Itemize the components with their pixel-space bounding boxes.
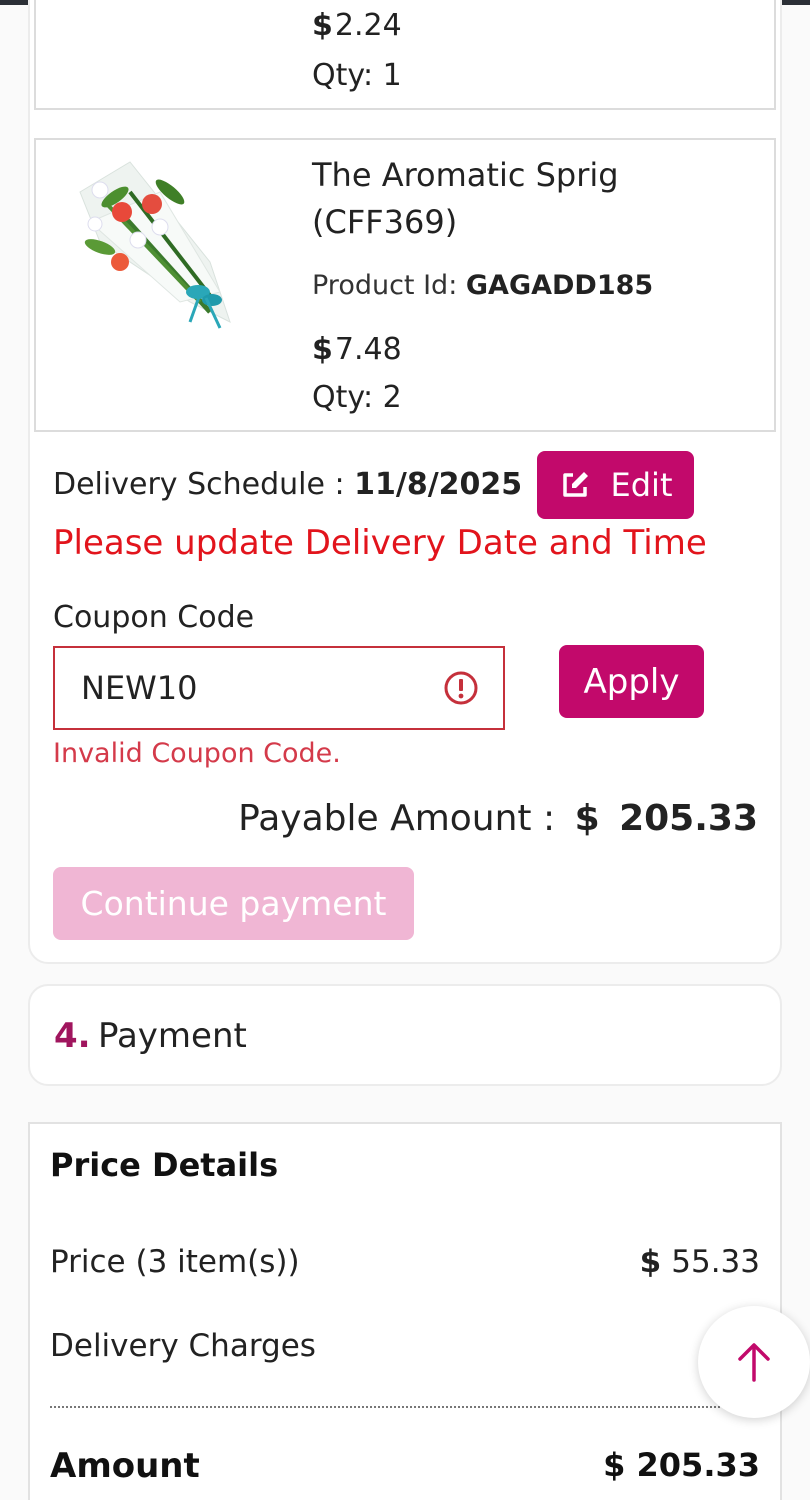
cart-item: $2.24 Qty: 1 (34, 0, 776, 110)
coupon-error: Invalid Coupon Code. (53, 738, 341, 769)
edit-icon (562, 472, 588, 497)
scroll-to-top-button[interactable] (698, 1306, 810, 1418)
amount-value: $ 205.33 (603, 1446, 760, 1484)
product-id: Product Id: GAGADD185 (312, 270, 654, 301)
continue-payment-button[interactable]: Continue payment (53, 867, 414, 940)
section-title: Payment (98, 1016, 247, 1056)
cart-item: The Aromatic Sprig (CFF369) Product Id: … (34, 138, 776, 432)
amount-label: Amount (50, 1446, 200, 1486)
price-value: $55.33 (639, 1244, 760, 1280)
payment-section[interactable]: 4. Payment (28, 984, 782, 1086)
edit-delivery-button[interactable]: Edit (537, 451, 694, 519)
price-label: Price (3 item(s)) (50, 1244, 300, 1280)
coupon-value[interactable]: NEW10 (81, 669, 443, 707)
divider (50, 1406, 720, 1408)
item-quantity: Qty: 2 (312, 380, 402, 415)
flower-bouquet-image (79, 161, 231, 329)
apply-coupon-button[interactable]: Apply (559, 645, 704, 718)
section-number: 4. (54, 1016, 91, 1056)
coupon-input[interactable]: NEW10 (53, 646, 505, 730)
delivery-charges-label: Delivery Charges (50, 1328, 316, 1364)
delivery-schedule: Delivery Schedule : 11/8/2025 (53, 467, 523, 502)
price-details-title: Price Details (50, 1146, 279, 1184)
coupon-label: Coupon Code (53, 600, 255, 635)
exclamation-circle-icon (444, 671, 478, 705)
item-quantity: Qty: 1 (312, 58, 402, 93)
item-price: $2.24 (312, 8, 402, 43)
price-details-card: Price Details Price (3 item(s)) $55.33 D… (28, 1122, 782, 1500)
delivery-date: 11/8/2025 (354, 467, 523, 502)
arrow-up-icon (738, 1343, 770, 1382)
product-name[interactable]: The Aromatic Sprig (CFF369) (312, 152, 732, 246)
payable-amount: Payable Amount : $ 205.33 (238, 798, 758, 839)
delivery-warning: Please update Delivery Date and Time (53, 523, 707, 563)
item-price: $7.48 (312, 332, 402, 367)
